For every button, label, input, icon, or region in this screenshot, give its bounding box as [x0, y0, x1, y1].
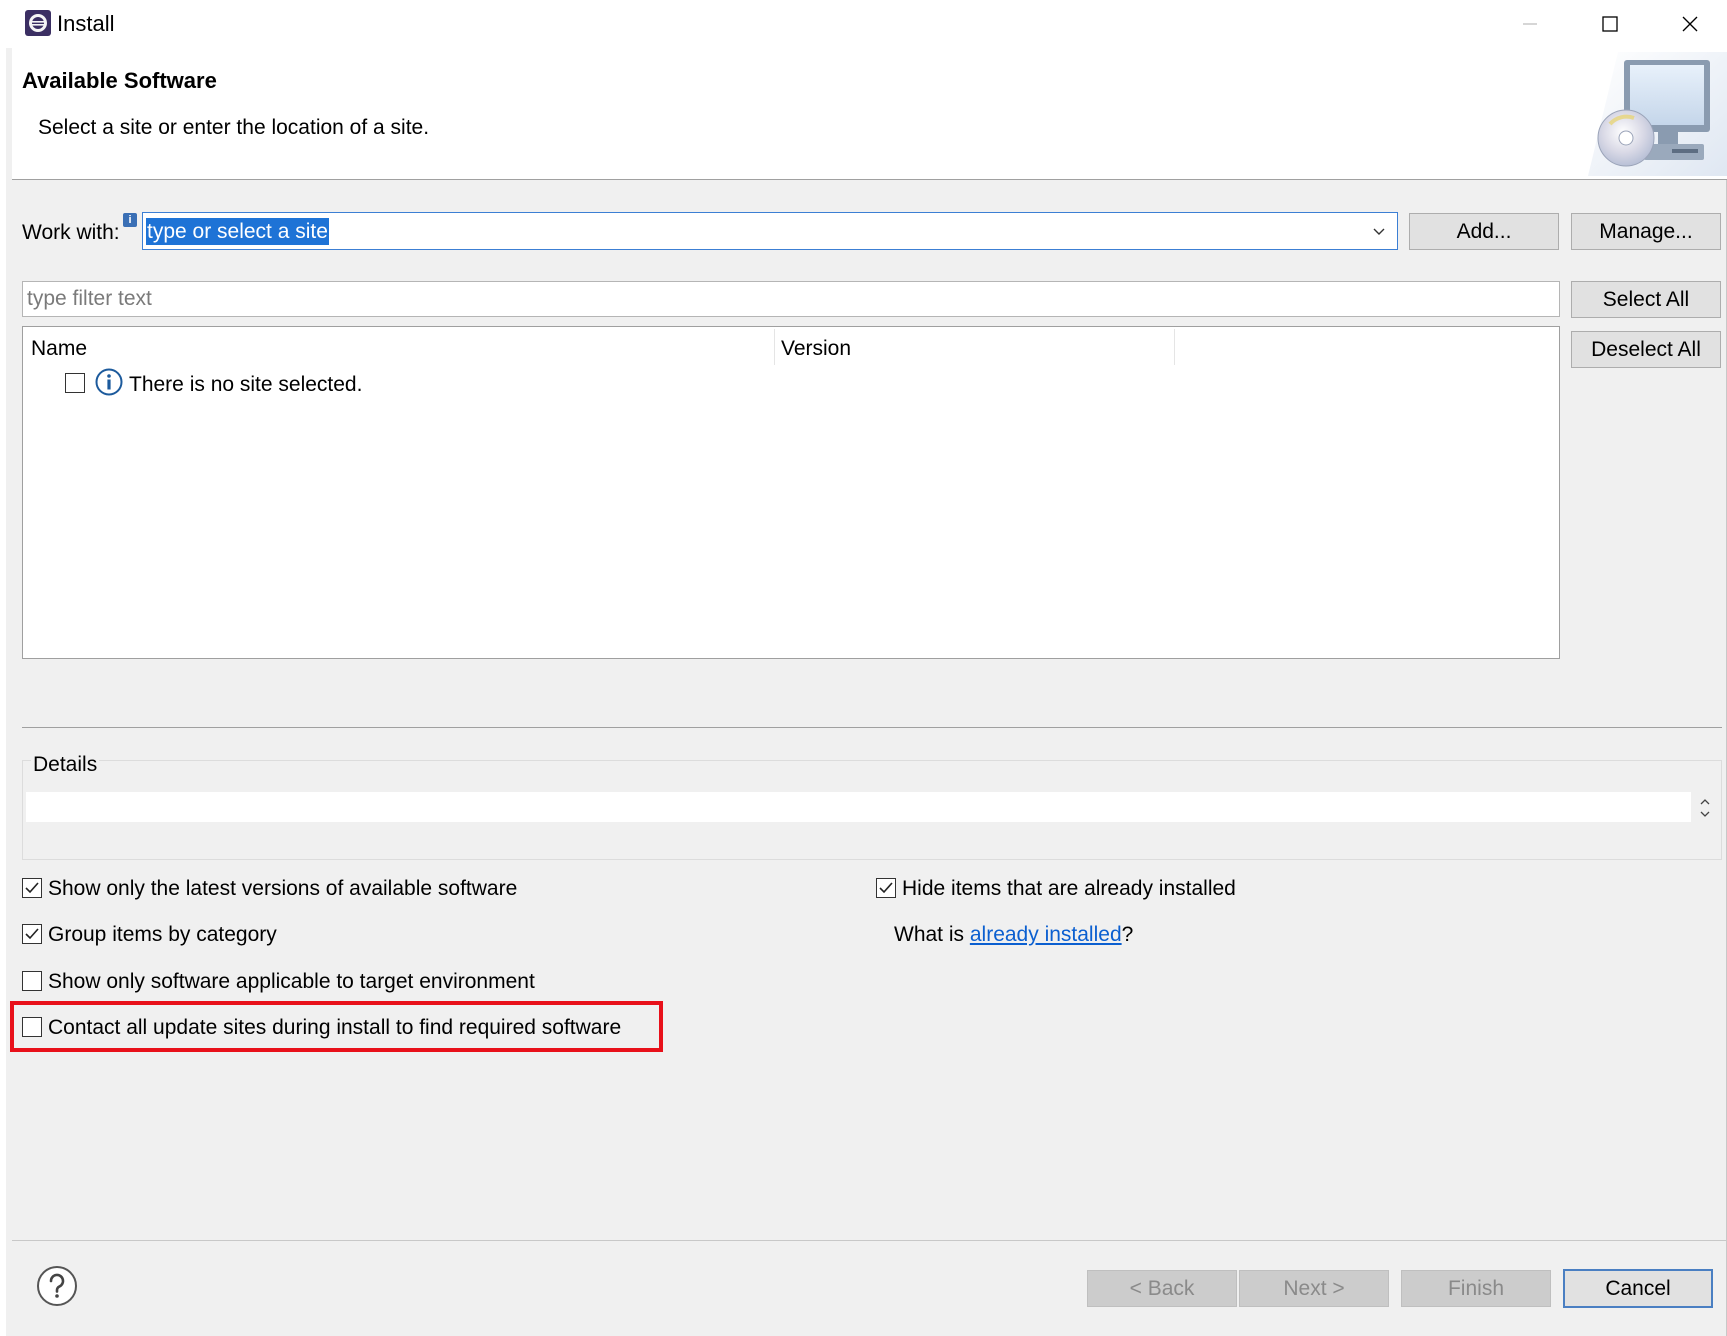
minimize-button[interactable]	[1490, 0, 1570, 48]
help-icon[interactable]	[36, 1265, 78, 1307]
close-icon	[1682, 16, 1698, 32]
work-with-value[interactable]: type or select a site	[146, 218, 329, 245]
show-latest-label[interactable]: Show only the latest versions of availab…	[48, 877, 517, 901]
info-badge-icon: i	[123, 213, 137, 227]
hide-installed-checkbox[interactable]	[876, 878, 896, 898]
details-text[interactable]	[26, 792, 1691, 822]
back-button[interactable]: < Back	[1087, 1270, 1237, 1307]
install-dialog: Install Available Software Select a site…	[0, 0, 1727, 1336]
monitor-cd-icon	[1588, 52, 1727, 176]
cancel-button[interactable]: Cancel	[1563, 1269, 1713, 1308]
finish-button[interactable]: Finish	[1401, 1270, 1551, 1307]
minimize-icon	[1523, 23, 1537, 25]
group-by-category-checkbox[interactable]	[22, 924, 42, 944]
column-divider[interactable]	[774, 329, 775, 365]
group-by-category-label[interactable]: Group items by category	[48, 923, 277, 947]
maximize-button[interactable]	[1570, 0, 1650, 48]
close-button[interactable]	[1650, 0, 1727, 48]
details-label: Details	[31, 753, 100, 777]
page-title: Available Software	[22, 68, 217, 93]
show-latest-checkbox[interactable]	[22, 878, 42, 898]
what-is-installed-text: What is already installed?	[894, 923, 1133, 947]
chevron-down-icon[interactable]	[1371, 221, 1387, 241]
wizard-banner: Available Software Select a site or ente…	[12, 48, 1727, 180]
highlight-box	[10, 1001, 663, 1052]
next-button[interactable]: Next >	[1239, 1270, 1389, 1307]
add-site-button[interactable]: Add...	[1409, 213, 1559, 250]
checkmark-icon	[25, 928, 39, 940]
window-title: Install	[57, 11, 115, 36]
work-with-label: Work with:	[22, 221, 120, 244]
show-applicable-checkbox[interactable]	[22, 971, 42, 991]
page-description: Select a site or enter the location of a…	[38, 116, 430, 139]
column-header-version[interactable]: Version	[781, 337, 851, 361]
eclipse-icon	[25, 10, 51, 36]
section-divider	[22, 727, 1722, 728]
work-with-combo[interactable]: type or select a site	[142, 212, 1398, 250]
software-table[interactable]: Name Version There is no site selected.	[22, 326, 1560, 659]
deselect-all-button[interactable]: Deselect All	[1571, 331, 1721, 368]
title-bar: Install	[6, 0, 1727, 48]
table-row-text[interactable]: There is no site selected.	[129, 373, 362, 397]
column-divider[interactable]	[1174, 329, 1175, 365]
checkmark-icon	[879, 882, 893, 894]
what-is-suffix: ?	[1121, 923, 1134, 946]
maximize-icon	[1602, 16, 1618, 32]
details-scroll-arrows-icon[interactable]	[1697, 794, 1713, 822]
footer-divider	[12, 1240, 1727, 1241]
column-header-name[interactable]: Name	[31, 337, 87, 361]
select-all-button[interactable]: Select All	[1571, 281, 1721, 318]
hide-installed-label[interactable]: Hide items that are already installed	[902, 877, 1236, 901]
checkmark-icon	[25, 882, 39, 894]
info-icon	[95, 368, 123, 396]
manage-sites-button[interactable]: Manage...	[1571, 213, 1721, 250]
row-checkbox[interactable]	[65, 373, 85, 393]
show-applicable-label[interactable]: Show only software applicable to target …	[48, 970, 535, 994]
filter-input[interactable]: type filter text	[22, 281, 1560, 317]
what-is-prefix: What is	[894, 923, 970, 946]
already-installed-link[interactable]: already installed	[970, 923, 1122, 946]
